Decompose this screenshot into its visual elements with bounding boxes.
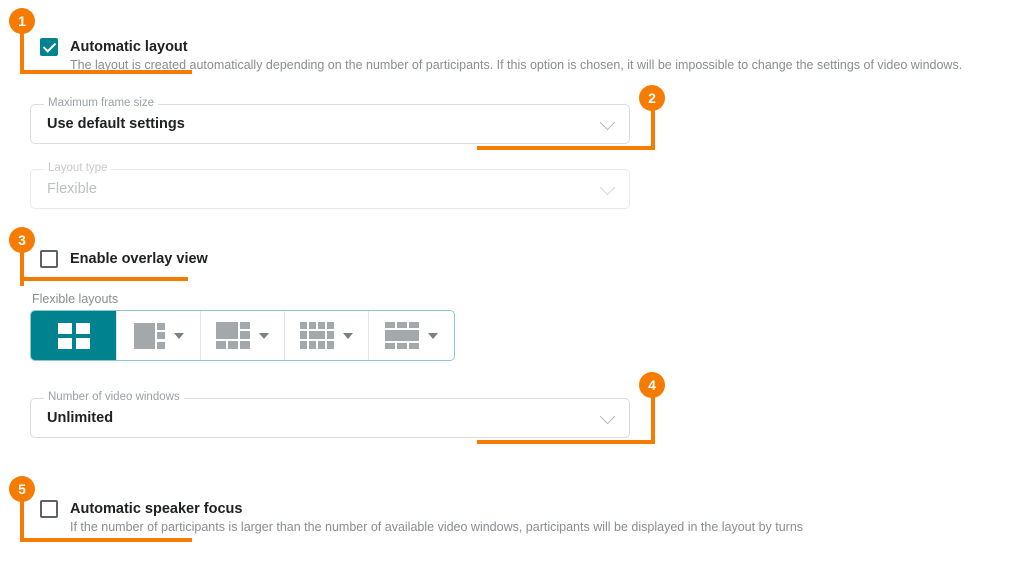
flexible-layout-option-one-large-left[interactable] [117, 311, 201, 360]
automatic-speaker-focus-checkbox[interactable] [40, 500, 58, 518]
callout-5-connector-horizontal [20, 538, 192, 542]
maximum-frame-size-value: Use default settings [47, 116, 185, 132]
automatic-layout-label: Automatic layout [70, 39, 188, 55]
maximum-frame-size-select[interactable]: Maximum frame size Use default settings [30, 97, 630, 144]
callout-badge-2: 2 [639, 85, 665, 111]
flexible-layout-option-center-stage[interactable] [285, 311, 369, 360]
one-large-left-three-right-layout-icon [133, 322, 165, 349]
automatic-layout-description: The layout is created automatically depe… [70, 58, 963, 72]
chevron-down-icon[interactable] [428, 332, 438, 339]
callout-2-connector-horizontal [477, 146, 655, 150]
enable-overlay-view-checkbox[interactable] [40, 250, 58, 268]
flexible-layout-option-wide-center[interactable] [369, 311, 454, 360]
callout-badge-3: 3 [9, 227, 35, 253]
automatic-speaker-focus-label: Automatic speaker focus [70, 501, 243, 517]
wide-center-three-top-three-bottom-layout-icon [385, 322, 419, 349]
enable-overlay-view-label: Enable overlay view [70, 251, 208, 267]
layout-type-select[interactable]: Layout type Flexible [30, 162, 630, 209]
flexible-layout-option-one-large-two-right[interactable] [201, 311, 285, 360]
automatic-speaker-focus-row[interactable]: Automatic speaker focus If the number of… [0, 490, 900, 540]
layout-type-value: Flexible [47, 181, 97, 197]
flexible-layouts-label: Flexible layouts [32, 292, 119, 306]
callout-1-connector-horizontal [20, 70, 192, 74]
chevron-down-icon[interactable] [343, 332, 353, 339]
automatic-layout-checkbox[interactable] [40, 38, 58, 56]
grid-2x2-layout-icon [57, 322, 90, 349]
number-of-video-windows-label: Number of video windows [44, 391, 184, 403]
callout-badge-5: 5 [9, 476, 35, 502]
flexible-layout-option-grid-2x2[interactable] [31, 311, 117, 360]
chevron-down-icon[interactable] [599, 408, 616, 425]
maximum-frame-size-label: Maximum frame size [44, 97, 159, 109]
callout-badge-4: 4 [639, 372, 665, 398]
layout-type-label: Layout type [44, 162, 112, 174]
chevron-down-icon[interactable] [599, 114, 616, 131]
chevron-down-icon[interactable] [259, 332, 269, 339]
callout-4-connector-horizontal [477, 440, 655, 444]
callout-4-connector-vertical [651, 392, 655, 444]
callout-3-connector-horizontal [20, 277, 188, 281]
flexible-layouts-segmented-control[interactable] [30, 310, 455, 361]
number-of-video-windows-value: Unlimited [47, 410, 114, 426]
automatic-layout-row[interactable]: Automatic layout The layout is created a… [0, 0, 1000, 80]
enable-overlay-view-row[interactable]: Enable overlay view [0, 240, 400, 276]
callout-badge-1: 1 [9, 8, 35, 34]
chevron-down-icon[interactable] [173, 332, 184, 339]
chevron-down-icon [599, 179, 616, 196]
one-large-two-right-three-bottom-layout-icon [216, 322, 250, 349]
center-stage-surrounded-layout-icon [300, 322, 334, 349]
number-of-video-windows-select[interactable]: Number of video windows Unlimited [30, 391, 630, 438]
automatic-speaker-focus-description: If the number of participants is larger … [70, 520, 804, 534]
